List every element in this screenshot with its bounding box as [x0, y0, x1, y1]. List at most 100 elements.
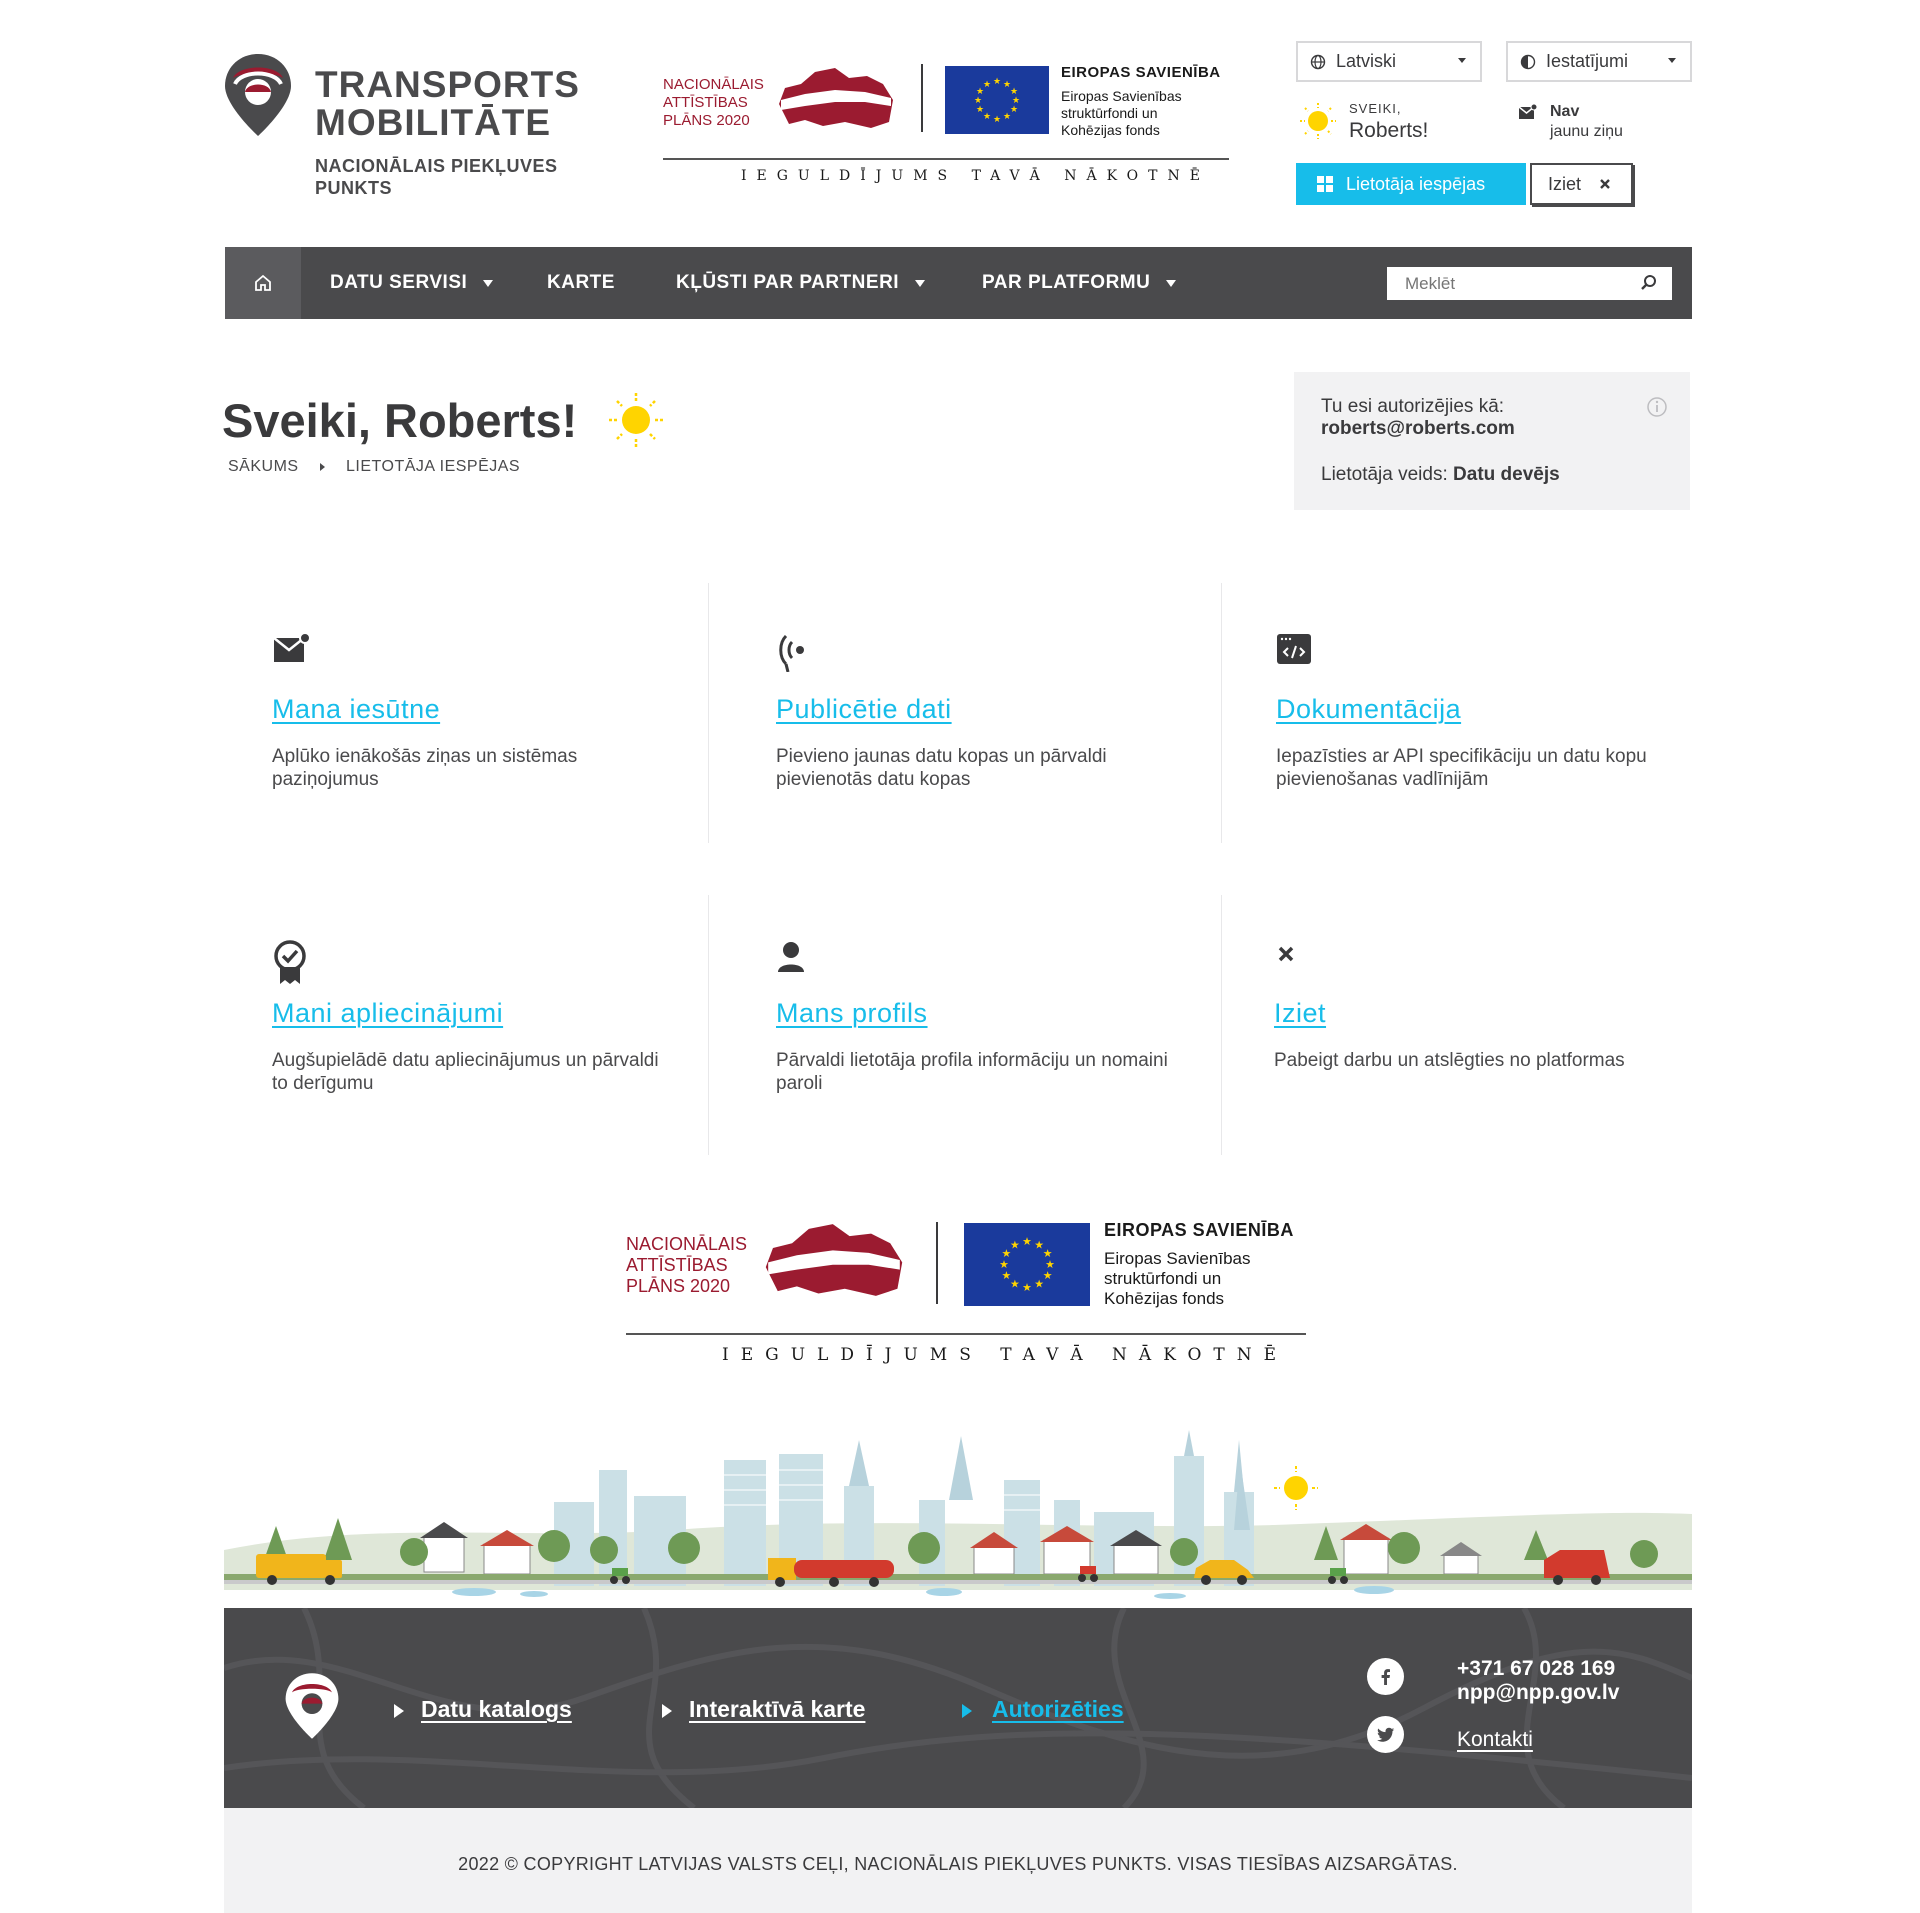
nav-item-par-platformu[interactable]: PAR PLATFORMU [982, 247, 1177, 319]
chevron-down-icon [1166, 279, 1177, 287]
card-desc: Iepazīsties ar API specifikāciju un datu… [1276, 746, 1647, 790]
card-desc: Augšupielādē datu apliecinājumus un pārv… [272, 1050, 659, 1094]
twitter-glyph [1376, 1727, 1394, 1742]
search-icon[interactable] [1640, 274, 1658, 292]
logo-rule [663, 158, 1229, 160]
svg-text:★: ★ [974, 95, 982, 105]
settings-label: Iestatījumi [1546, 51, 1629, 71]
eu-desc: Eiropas Savienības struktūrfondi un Kohē… [1061, 88, 1182, 138]
svg-text:★: ★ [1002, 1270, 1012, 1282]
brand-title: TRANSPORTS MOBILITĀTE [315, 64, 580, 143]
svg-text:★: ★ [1043, 1270, 1053, 1282]
nav-item-karte[interactable]: KARTE [547, 247, 615, 319]
nav-item-label: DATU SERVISI [330, 272, 468, 293]
eu-motto: IEGULDĪJUMS TAVĀ NĀKOTNĒ [722, 1345, 1289, 1365]
nav-item-label: PAR PLATFORMU [982, 272, 1151, 293]
chevron-down-icon [1668, 58, 1676, 63]
nav-item-label: KARTE [547, 272, 615, 293]
footer-link-interactive-map[interactable]: Interaktīvā karte [689, 1696, 865, 1723]
card-logout[interactable]: Iziet Pabeigt darbu un atslēgties no pla… [1274, 940, 1694, 1140]
greeting-small: SVEIKI, [1349, 101, 1402, 116]
card-desc: Pievieno jaunas datu kopas un pārvaldi p… [776, 746, 1107, 790]
eu-desc: Eiropas Savienības struktūrfondi un Kohē… [1104, 1249, 1251, 1308]
card-title[interactable]: Mani apliecinājumi [272, 998, 503, 1029]
footer-contacts-link[interactable]: Kontakti [1457, 1728, 1533, 1752]
logo-divider [936, 1222, 938, 1304]
eu-name: EIROPAS SAVIENĪBA [1104, 1220, 1294, 1240]
card-certificates[interactable]: Mani apliecinājumi Augšupielādē datu apl… [272, 940, 692, 1140]
latvia-map-icon [779, 68, 893, 128]
logout-button[interactable]: Iziet [1530, 163, 1633, 205]
card-divider [1221, 895, 1222, 1155]
card-title[interactable]: Mans profils [776, 998, 928, 1029]
city-skyline-illustration [224, 1430, 1692, 1599]
close-icon [1600, 179, 1610, 189]
mail-icon [273, 632, 311, 662]
twitter-icon[interactable] [1367, 1716, 1404, 1753]
card-profile[interactable]: Mans profils Pārvaldi lietotāja profila … [776, 940, 1196, 1140]
svg-text:★: ★ [993, 114, 1001, 124]
svg-text:★: ★ [1034, 1279, 1044, 1291]
card-title[interactable]: Mana iesūtne [272, 694, 440, 725]
search-input[interactable] [1387, 267, 1672, 300]
breadcrumb-current: LIETOTĀJA IESPĒJAS [346, 458, 521, 475]
chevron-down-icon [915, 279, 926, 287]
broadcast-icon [779, 634, 804, 672]
contrast-icon [1520, 54, 1536, 69]
footer-link-data-catalog[interactable]: Datu katalogs [421, 1696, 572, 1723]
card-title[interactable]: Dokumentācija [1276, 694, 1461, 725]
user-icon [778, 942, 804, 972]
home-icon [255, 274, 271, 291]
info-icon[interactable] [1646, 396, 1668, 418]
eu-funding-logo-bottom: NACIONĀLAIS ATTĪSTĪBAS PLĀNS 2020 ★ ★ ★ ★ ★… [626, 1218, 1316, 1378]
svg-text:★: ★ [1022, 1282, 1032, 1294]
language-label: Latviski [1336, 51, 1397, 71]
code-icon [1277, 634, 1311, 664]
nap-text: NACIONĀLAIS ATTĪSTĪBAS PLĀNS 2020 [663, 76, 764, 129]
logout-label: Iziet [1548, 173, 1582, 194]
auth-user-type: Lietotāja veids: Datu devējs [1321, 464, 1560, 486]
breadcrumb-separator-icon [320, 463, 325, 471]
card-divider [1221, 583, 1222, 843]
facebook-icon[interactable] [1367, 1658, 1404, 1695]
language-select[interactable]: Latviski [1296, 41, 1482, 82]
svg-text:★: ★ [1010, 1279, 1020, 1291]
messages-status-title[interactable]: Nav [1550, 103, 1579, 121]
nap-text: NACIONĀLAIS ATTĪSTĪBAS PLĀNS 2020 [626, 1234, 748, 1296]
svg-text:★: ★ [999, 1259, 1009, 1271]
nav-home-button[interactable] [225, 247, 301, 319]
globe-icon [1310, 54, 1326, 69]
footer: Datu katalogs Interaktīvā karte Autorizē… [224, 1608, 1692, 1808]
card-documentation[interactable]: Dokumentācija Iepazīsties ar API specifi… [1276, 632, 1696, 832]
footer-logo-icon[interactable] [284, 1670, 340, 1742]
card-title[interactable]: Iziet [1274, 998, 1326, 1029]
card-divider [708, 895, 709, 1155]
footer-phone[interactable]: +371 67 028 169 [1457, 1657, 1615, 1681]
message-icon[interactable] [1518, 104, 1538, 122]
breadcrumb-home[interactable]: SĀKUMS [228, 458, 299, 476]
user-options-button[interactable]: Lietotāja iespējas [1296, 163, 1526, 205]
logo-divider [921, 64, 923, 132]
settings-select[interactable]: Iestatījumi [1506, 41, 1692, 82]
auth-label: Tu esi autorizējies kā: [1321, 396, 1505, 417]
play-arrow-icon [662, 1704, 672, 1718]
auth-email: roberts@roberts.com [1321, 418, 1515, 439]
card-title[interactable]: Publicētie dati [776, 694, 952, 725]
eu-motto: IEGULDĪJUMS TAVĀ NĀKOTNĒ [741, 168, 1210, 184]
eu-name: EIROPAS SAVIENĪBA [1061, 64, 1221, 81]
svg-text:★: ★ [1003, 111, 1011, 121]
card-inbox[interactable]: Mana iesūtne Aplūko ienākošās ziņas un s… [272, 632, 692, 832]
svg-text:★: ★ [983, 111, 991, 121]
site-logo[interactable]: TRANSPORTS MOBILITĀTE NACIONĀLAIS PIEKĻU… [223, 52, 593, 202]
nav-item-klusti-par-partneri[interactable]: KĻŪSTI PAR PARTNERI [676, 247, 926, 319]
eu-funding-logo-top: NACIONĀLAIS ATTĪSTĪBAS PLĀNS 2020 ★ ★ ★ ★ ★… [663, 62, 1233, 194]
footer-email[interactable]: npp@npp.gov.lv [1457, 1681, 1619, 1705]
footer-link-login[interactable]: Autorizēties [992, 1696, 1124, 1723]
nav-item-datu-servisi[interactable]: DATU SERVISI [330, 247, 494, 319]
card-desc: Pārvaldi lietotāja profila informāciju u… [776, 1050, 1168, 1094]
footer-copyright-bar: 2022 © COPYRIGHT LATVIJAS VALSTS CEĻI, N… [224, 1808, 1692, 1913]
messages-status-sub[interactable]: jaunu ziņu [1550, 123, 1623, 141]
eu-flag: ★ ★ ★ ★ ★ ★ ★ ★ ★ ★ ★ ★ [964, 1223, 1090, 1306]
auth-type-label: Lietotāja veids: [1321, 464, 1448, 485]
card-published-data[interactable]: Publicētie dati Pievieno jaunas datu kop… [776, 632, 1196, 832]
